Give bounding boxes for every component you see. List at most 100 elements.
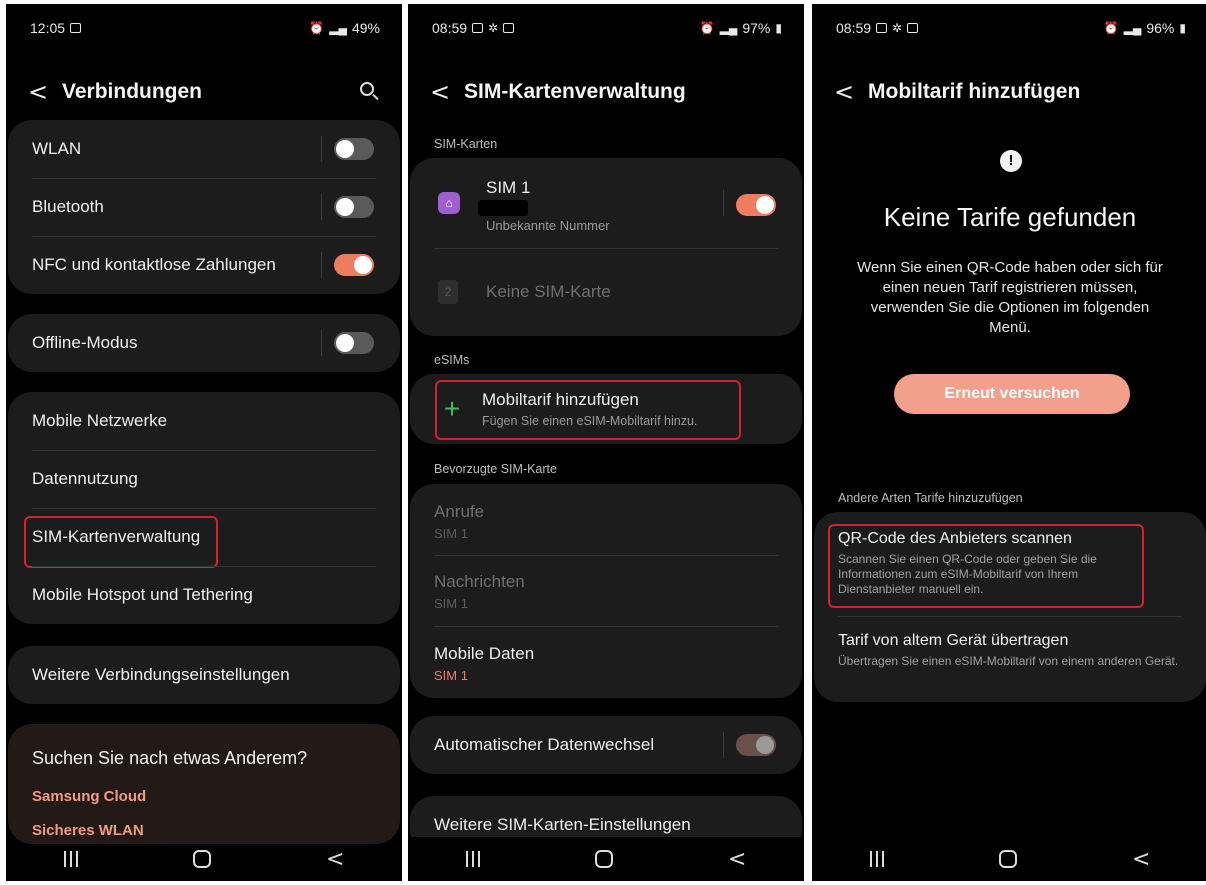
status-bar: 08:59 ✲ ⏰ ▂▄ 96% ▮: [836, 18, 1186, 38]
status-time: 08:59: [432, 20, 468, 36]
mobile-data-value: SIM 1: [434, 668, 468, 683]
connections-group: WLAN Bluetooth NFC und kontaktlose Zahlu…: [8, 120, 400, 294]
bluetooth-label: Bluetooth: [32, 197, 104, 216]
hotspot-label: Mobile Hotspot und Tethering: [32, 585, 253, 604]
app-bar: < Verbindungen: [28, 74, 380, 110]
app-icon: [907, 23, 919, 33]
app-bar: < Mobiltarif hinzufügen: [834, 74, 1186, 110]
hotspot-item[interactable]: Mobile Hotspot und Tethering: [32, 566, 376, 624]
calls-item[interactable]: Anrufe SIM 1: [434, 502, 484, 541]
status-time: 08:59: [836, 20, 872, 36]
recent-apps-icon[interactable]: [63, 851, 78, 867]
bluetooth-toggle[interactable]: [334, 196, 374, 218]
messages-item[interactable]: Nachrichten SIM 1: [434, 572, 525, 611]
battery-icon: ▮: [1179, 21, 1186, 35]
pref-section-header: Bevorzugte SIM-Karte: [434, 462, 557, 476]
nav-bar: <: [812, 837, 1206, 881]
data-usage-item[interactable]: Datennutzung: [32, 450, 376, 508]
transfer-sub: Übertragen Sie einen eSIM-Mobiltarif von…: [838, 654, 1179, 668]
transfer-item[interactable]: Tarif von altem Gerät übertragen Übertra…: [838, 632, 1186, 669]
sim-cards-group: ⌂ SIM 1 Unbekannte Nummer 2 Keine SIM-Ka…: [410, 158, 802, 336]
samsung-cloud-link[interactable]: Samsung Cloud: [32, 788, 146, 805]
signal-icon: ▂▄: [1123, 21, 1142, 35]
alert-icon: !: [1000, 150, 1022, 172]
divider: [434, 626, 778, 627]
more-group: Weitere Verbindungseinstellungen: [8, 646, 400, 704]
recent-apps-icon[interactable]: [465, 851, 480, 867]
sim1-toggle[interactable]: [736, 194, 776, 216]
transfer-title: Tarif von altem Gerät übertragen: [838, 632, 1069, 649]
nfc-item[interactable]: NFC und kontaktlose Zahlungen: [32, 236, 376, 294]
battery-icon: ▮: [775, 21, 782, 35]
sim2-label: Keine SIM-Karte: [486, 282, 611, 301]
nav-bar: <: [408, 837, 804, 881]
separator: [321, 136, 322, 162]
calls-label: Anrufe: [434, 502, 485, 521]
wlan-label: WLAN: [32, 139, 82, 158]
nav-back-icon[interactable]: <: [326, 847, 344, 872]
page-title: SIM-Kartenverwaltung: [464, 80, 686, 103]
auto-switch-item[interactable]: Automatischer Datenwechsel: [434, 716, 778, 774]
home-icon[interactable]: [998, 850, 1017, 868]
app-bar: < SIM-Kartenverwaltung: [430, 74, 782, 110]
pref-group: Anrufe SIM 1 Nachrichten SIM 1 Mobile Da…: [410, 484, 802, 698]
highlight-box: [24, 516, 218, 568]
nfc-label: NFC und kontaktlose Zahlungen: [32, 255, 276, 274]
back-icon[interactable]: <: [834, 78, 868, 106]
search-icon[interactable]: [360, 82, 380, 102]
no-plans-heading: Keine Tarife gefunden: [883, 202, 1137, 232]
highlight-box: [435, 380, 741, 440]
home-icon[interactable]: [594, 850, 613, 868]
suggestion-card: Suchen Sie nach etwas Anderem? Samsung C…: [8, 724, 400, 844]
wlan-item[interactable]: WLAN: [32, 120, 376, 178]
sim1-name: SIM 1: [486, 178, 531, 197]
offline-item[interactable]: Offline-Modus: [32, 314, 376, 372]
alarm-icon: ⏰: [699, 21, 715, 35]
auto-switch-label: Automatischer Datenwechsel: [434, 735, 655, 754]
bluetooth-item[interactable]: Bluetooth: [32, 178, 376, 236]
gallery-icon: [876, 23, 888, 33]
redacted-number: [478, 200, 528, 216]
back-icon[interactable]: <: [28, 78, 62, 106]
page-title: Mobiltarif hinzufügen: [868, 80, 1081, 103]
offline-label: Offline-Modus: [32, 333, 138, 352]
nfc-toggle[interactable]: [334, 254, 374, 276]
network-group: Mobile Netzwerke Datennutzung SIM-Karten…: [8, 392, 400, 624]
screen-sim-manager: 08:59 ✲ ⏰ ▂▄ 97% ▮ < SIM-Kartenverwaltung SI…: [408, 4, 804, 881]
more-settings-item[interactable]: Weitere Verbindungseinstellungen: [32, 646, 376, 704]
fan-icon: ✲: [488, 21, 499, 35]
divider: [838, 616, 1182, 617]
mobile-networks-label: Mobile Netzwerke: [32, 411, 168, 430]
gallery-icon: [472, 23, 484, 33]
calls-value: SIM 1: [434, 526, 468, 541]
recent-apps-icon[interactable]: [869, 851, 884, 867]
offline-toggle[interactable]: [334, 332, 374, 354]
sim2-icon: 2: [438, 280, 458, 304]
retry-button[interactable]: Erneut versuchen: [894, 374, 1130, 414]
auto-switch-toggle[interactable]: [736, 734, 776, 756]
nav-back-icon[interactable]: <: [728, 847, 746, 872]
esim-section-header: eSIMs: [434, 353, 470, 367]
battery-level: 97%: [742, 20, 771, 36]
nav-bar: <: [6, 837, 402, 881]
app-icon: [503, 23, 515, 33]
divider: [434, 248, 778, 249]
screen-connections: 12:05 ⏰ ▂▄ 49% < Verbindungen WLAN Bluetoo…: [6, 4, 402, 881]
wlan-toggle[interactable]: [334, 138, 374, 160]
mobile-networks-item[interactable]: Mobile Netzwerke: [32, 392, 376, 450]
status-bar: 08:59 ✲ ⏰ ▂▄ 97% ▮: [432, 18, 782, 38]
mobile-data-item[interactable]: Mobile Daten SIM 1: [434, 644, 534, 683]
back-icon[interactable]: <: [430, 78, 464, 106]
divider: [434, 555, 778, 556]
sim-section-header: SIM-Karten: [434, 137, 498, 151]
highlight-box: [828, 524, 1144, 608]
separator: [321, 252, 322, 278]
fan-icon: ✲: [892, 21, 903, 35]
sim1-number: Unbekannte Nummer: [486, 218, 610, 233]
alarm-icon: ⏰: [309, 21, 325, 35]
nav-back-icon[interactable]: <: [1132, 847, 1150, 872]
battery-level: 49%: [351, 20, 380, 36]
data-usage-label: Datennutzung: [32, 469, 138, 488]
home-icon[interactable]: [192, 850, 211, 868]
messages-value: SIM 1: [434, 596, 468, 611]
